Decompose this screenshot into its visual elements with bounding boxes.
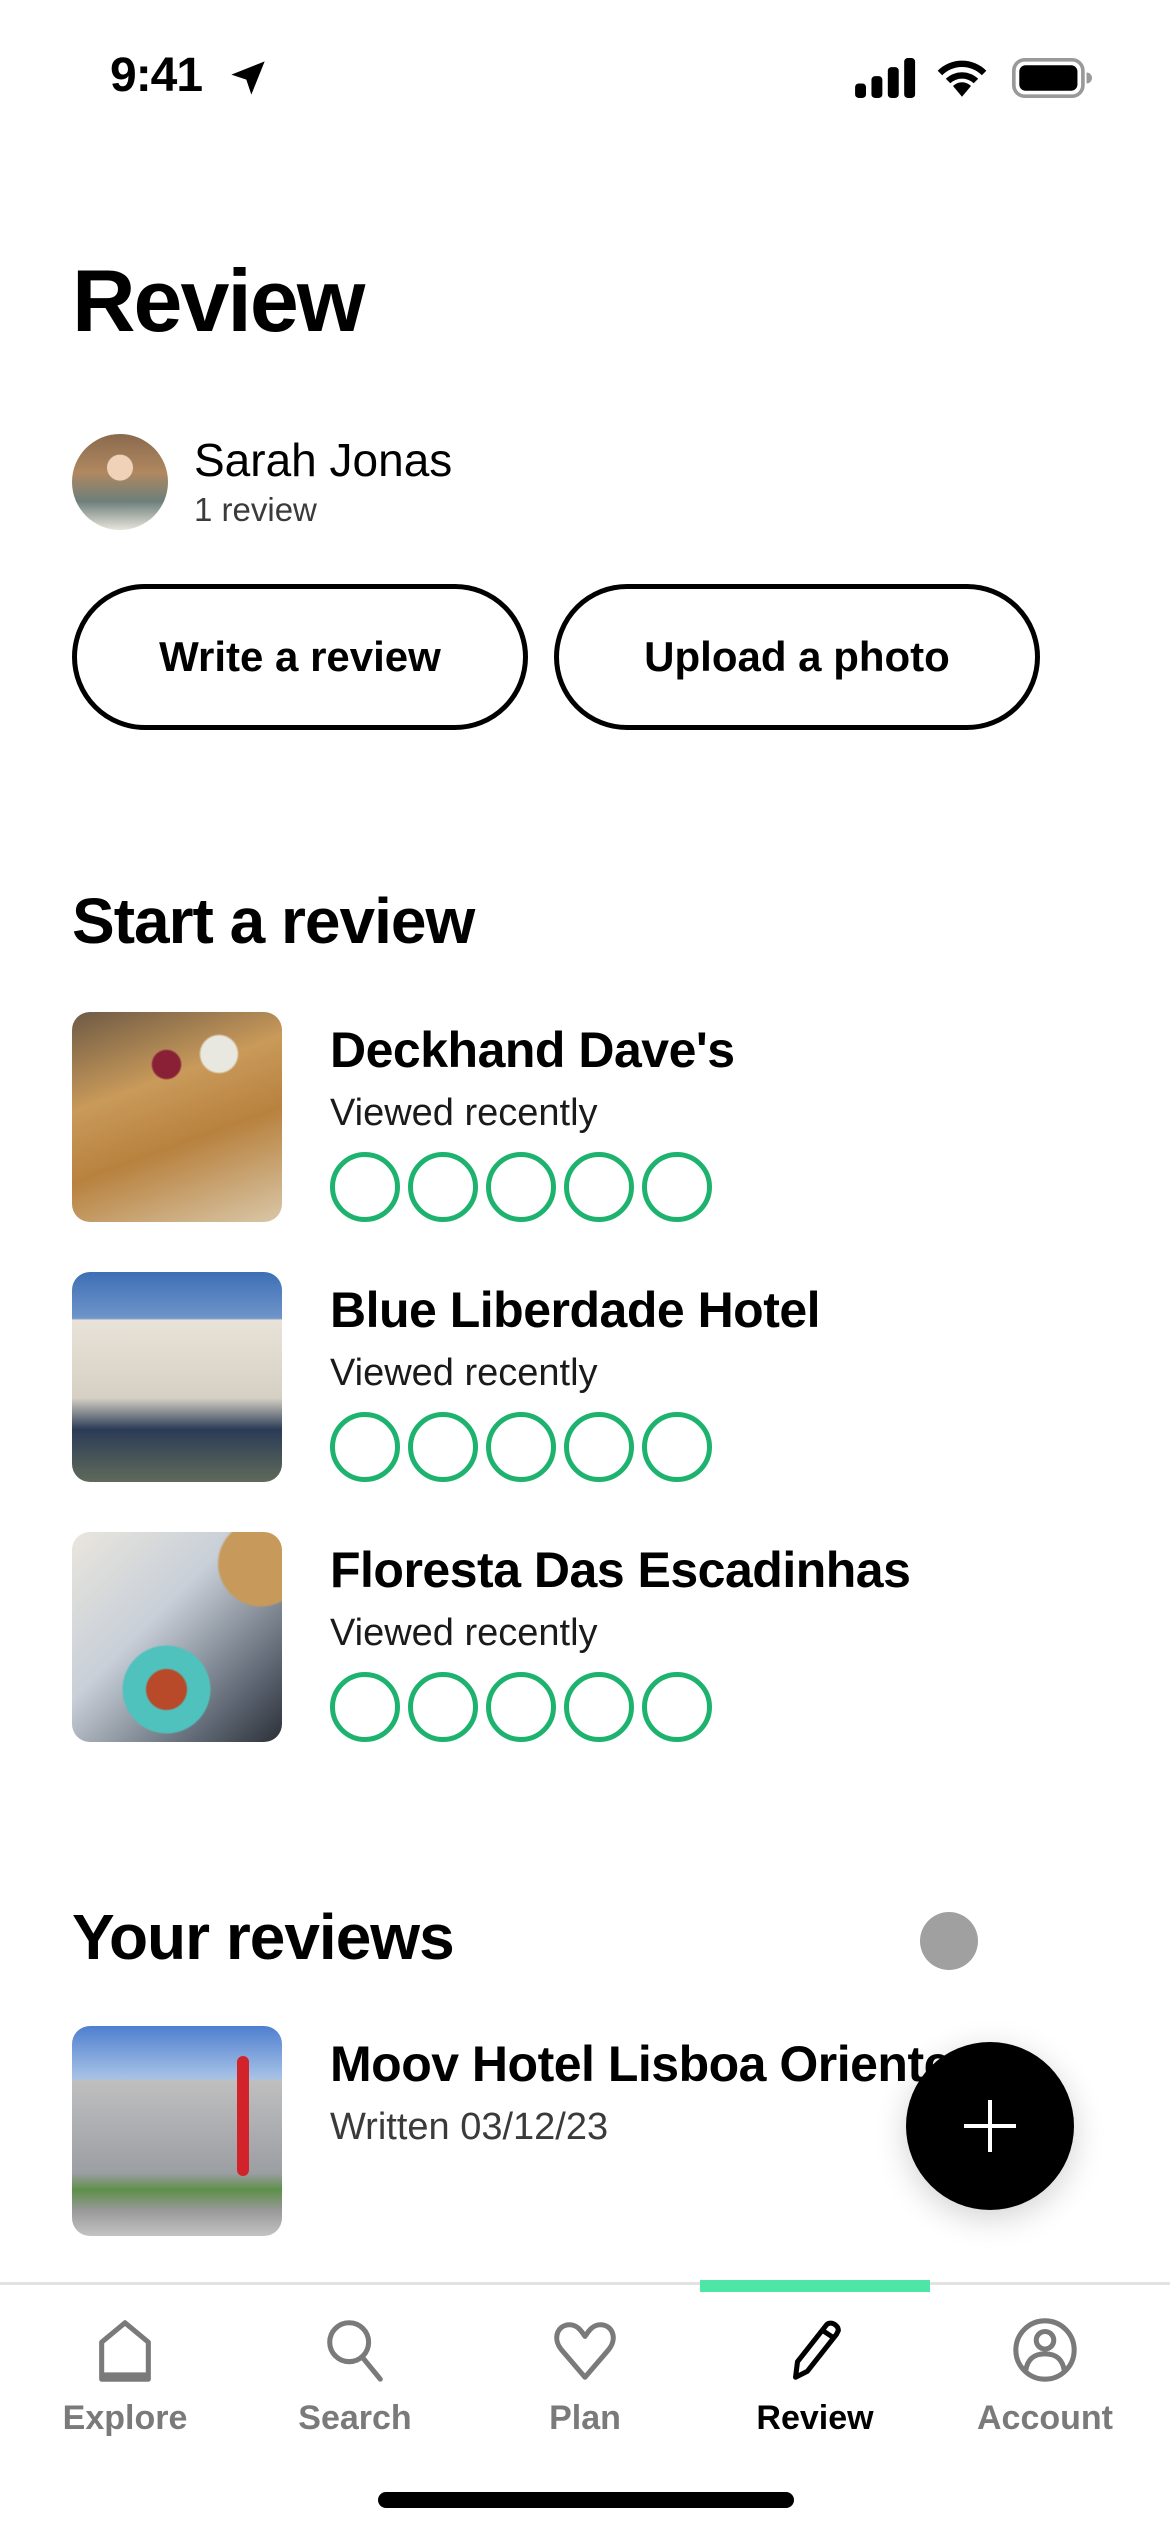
tab-account[interactable]: Account [928,2315,1162,2455]
rating-bubble-4[interactable] [564,1152,634,1222]
tab-label: Plan [549,2399,621,2437]
upload-photo-button[interactable]: Upload a photo [554,584,1040,730]
plus-icon [964,2100,1016,2152]
rating-bubbles [330,1672,910,1742]
add-button[interactable] [906,2042,1074,2210]
avatar[interactable] [72,434,168,530]
rating-bubble-3[interactable] [486,1412,556,1482]
rating-bubbles [330,1152,735,1222]
status-time: 9:41 [110,49,203,102]
battery-icon [1011,58,1092,98]
rating-bubble-4[interactable] [564,1412,634,1482]
heart-icon [554,2322,616,2380]
tab-label: Account [977,2399,1113,2437]
review-date: Written 03/12/23 [330,2106,609,2148]
wifi-icon [937,60,987,97]
home-indicator[interactable] [378,2492,794,2508]
pencil-icon [793,2320,841,2380]
list-item[interactable]: Floresta Das Escadinhas Viewed recently [72,1532,1112,1742]
tab-review[interactable]: Review [698,2315,932,2455]
rating-bubbles [330,1412,820,1482]
tab-label: Explore [62,2399,188,2437]
location-arrow-icon [231,61,265,95]
rating-bubble-1[interactable] [330,1412,400,1482]
item-text: Floresta Das Escadinhas Viewed recently [330,1532,911,1742]
item-text: Deckhand Dave's Viewed recently [330,1012,735,1222]
status-bar: 9:41 [0,0,1170,150]
item-text: Blue Liberdade Hotel Viewed recently [330,1272,821,1482]
rating-bubble-1[interactable] [330,1152,400,1222]
place-thumbnail[interactable] [72,1012,282,1222]
account-icon [1013,2318,1077,2382]
place-name[interactable]: Floresta Das Escadinhas [330,1538,911,1602]
place-name[interactable]: Moov Hotel Lisboa Oriente [330,2032,951,2096]
start-review-list: Deckhand Dave's Viewed recently Blue Lib… [72,1012,1112,1792]
rating-bubble-3[interactable] [486,1672,556,1742]
rating-bubble-2[interactable] [408,1412,478,1482]
rating-bubble-5[interactable] [642,1152,712,1222]
tab-explore[interactable]: Explore [8,2315,242,2455]
scroll-indicator[interactable] [920,1912,978,1970]
profile-review-count: 1 review [194,491,317,528]
action-buttons: Write a review Upload a photo [72,584,1040,730]
cellular-signal-icon [855,58,916,98]
place-thumbnail[interactable] [72,2026,282,2236]
place-thumbnail[interactable] [72,1272,282,1482]
list-item[interactable]: Deckhand Dave's Viewed recently [72,1012,1112,1222]
profile-summary[interactable]: Sarah Jonas 1 review [72,432,452,532]
your-reviews-heading: Your reviews [72,1901,455,1973]
place-subtitle: Viewed recently [330,1092,598,1134]
profile-name: Sarah Jonas [194,434,453,486]
place-name[interactable]: Deckhand Dave's [330,1018,735,1082]
rating-bubble-5[interactable] [642,1672,712,1742]
home-icon [99,2320,151,2382]
place-thumbnail[interactable] [72,1532,282,1742]
write-review-button[interactable]: Write a review [72,584,528,730]
rating-bubble-3[interactable] [486,1152,556,1222]
place-name[interactable]: Blue Liberdade Hotel [330,1278,821,1342]
list-item[interactable]: Blue Liberdade Hotel Viewed recently [72,1272,1112,1482]
item-text: Moov Hotel Lisboa Oriente Written 03/12/… [330,2026,951,2236]
rating-bubble-5[interactable] [642,1412,712,1482]
rating-bubble-2[interactable] [408,1152,478,1222]
page-title: Review [72,251,365,350]
tab-label: Search [298,2399,412,2437]
rating-bubble-4[interactable] [564,1672,634,1742]
search-icon [327,2320,383,2382]
place-subtitle: Viewed recently [330,1352,598,1394]
active-tab-indicator [700,2280,930,2292]
profile-text: Sarah Jonas 1 review [194,432,452,532]
tab-label: Review [756,2399,874,2437]
place-subtitle: Viewed recently [330,1612,598,1654]
rating-bubble-1[interactable] [330,1672,400,1742]
tab-plan[interactable]: Plan [468,2315,702,2455]
start-review-heading: Start a review [72,885,475,957]
rating-bubble-2[interactable] [408,1672,478,1742]
tab-search[interactable]: Search [238,2315,472,2455]
